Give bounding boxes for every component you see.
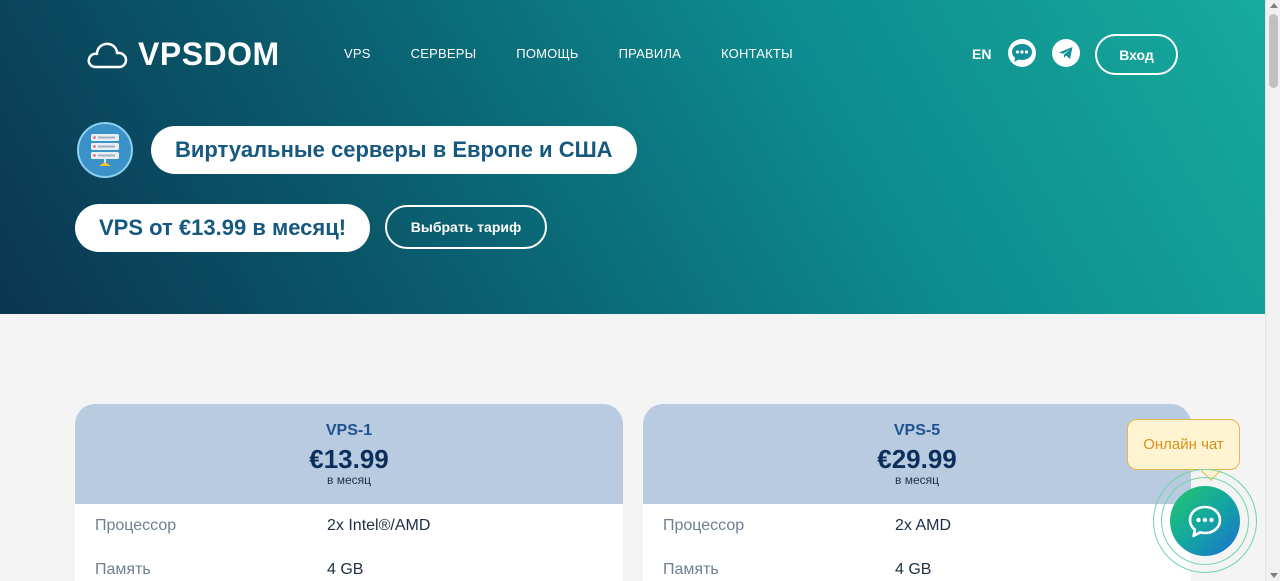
scrollbar-thumb[interactable] bbox=[1269, 14, 1278, 88]
page-scrollbar[interactable] bbox=[1265, 0, 1280, 581]
plan-price: €13.99 bbox=[309, 444, 389, 474]
site-logo[interactable]: VPSDOM bbox=[86, 36, 280, 73]
hero-price: VPS от €13.99 в месяц! bbox=[75, 204, 371, 252]
plan-name: VPS-5 bbox=[893, 422, 941, 439]
chat-bubble-icon[interactable] bbox=[1008, 39, 1036, 67]
spec-value: 2x AMD bbox=[895, 517, 952, 534]
scroll-up-arrow-icon[interactable] bbox=[1270, 3, 1278, 8]
spec-value: 4 GB bbox=[327, 561, 364, 578]
nav-help[interactable]: ПОМОЩЬ bbox=[516, 46, 578, 61]
plan-card: VPS-1 €13.99 в месяц Процессор 2x Intel®… bbox=[75, 404, 623, 581]
spec-label: Память bbox=[95, 561, 151, 578]
spec-row: Память 4 GB bbox=[75, 548, 623, 581]
scroll-down-arrow-icon[interactable] bbox=[1270, 573, 1278, 578]
spec-value: 2x Intel®/AMD bbox=[327, 517, 431, 534]
hero-banner: VPSDOM VPS СЕРВЕРЫ ПОМОЩЬ ПРАВИЛА КОНТАК… bbox=[0, 0, 1265, 314]
plan-card-header: VPS-1 €13.99 в месяц bbox=[75, 404, 623, 504]
plan-card-header: VPS-5 €29.99 в месяц bbox=[643, 404, 1191, 504]
online-chat-button[interactable] bbox=[1170, 486, 1240, 556]
spec-row: Процессор 2x Intel®/AMD bbox=[75, 504, 623, 548]
spec-label: Процессор bbox=[95, 517, 177, 534]
spec-row: Память 4 GB bbox=[643, 548, 1191, 581]
nav-vps[interactable]: VPS bbox=[344, 46, 371, 61]
telegram-icon[interactable] bbox=[1052, 39, 1080, 67]
plan-name: VPS-1 bbox=[325, 422, 373, 439]
plan-price: €29.99 bbox=[877, 444, 957, 474]
choose-plan-button[interactable]: Выбрать тариф bbox=[385, 205, 547, 249]
plan-period: в месяц bbox=[326, 473, 371, 487]
main-nav: VPS СЕРВЕРЫ ПОМОЩЬ ПРАВИЛА КОНТАКТЫ bbox=[344, 46, 833, 61]
spec-value: 4 GB bbox=[895, 561, 932, 578]
plan-period: в месяц bbox=[894, 473, 939, 487]
spec-label: Память bbox=[663, 561, 719, 578]
language-switch[interactable]: EN bbox=[972, 46, 991, 62]
spec-label: Процессор bbox=[663, 517, 745, 534]
cloud-icon bbox=[87, 42, 128, 68]
plan-card: VPS-5 €29.99 в месяц Процессор 2x AMD Па… bbox=[643, 404, 1191, 581]
nav-contacts[interactable]: КОНТАКТЫ bbox=[721, 46, 793, 61]
chat-tooltip[interactable]: Онлайн чат bbox=[1127, 419, 1240, 470]
chat-icon bbox=[1188, 505, 1222, 538]
spec-row: Процессор 2x AMD bbox=[643, 504, 1191, 548]
login-button[interactable]: Вход bbox=[1095, 34, 1178, 75]
logo-text: VPSDOM bbox=[138, 36, 280, 72]
hero-title: Виртуальные серверы в Европе и США bbox=[151, 126, 637, 174]
nav-rules[interactable]: ПРАВИЛА bbox=[619, 46, 681, 61]
nav-servers[interactable]: СЕРВЕРЫ bbox=[411, 46, 477, 61]
server-rack-icon bbox=[77, 122, 133, 178]
